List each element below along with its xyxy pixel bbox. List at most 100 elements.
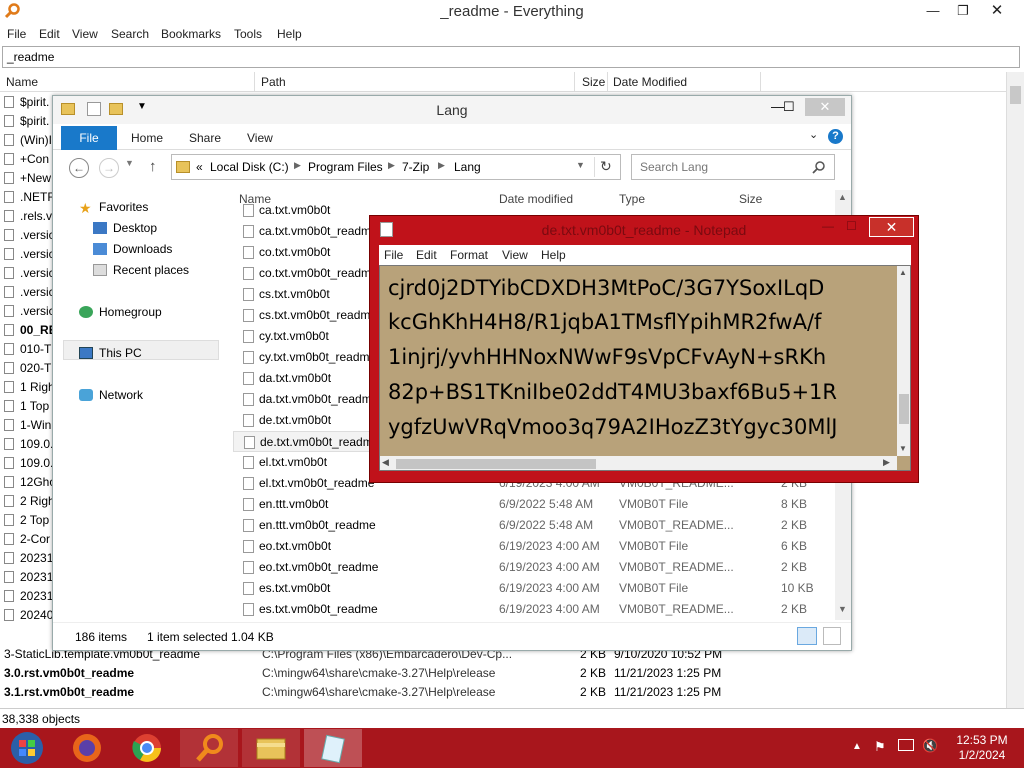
everything-titlebar[interactable]: _readme - Everything — ❐ ✕: [0, 0, 1024, 24]
list-item[interactable]: 12Gho: [4, 473, 56, 492]
vertical-scrollbar[interactable]: [1006, 72, 1024, 708]
tab-home[interactable]: Home: [131, 131, 163, 145]
up-button[interactable]: ↑: [149, 158, 157, 175]
list-item[interactable]: 1-Win: [4, 416, 51, 435]
taskbar-file-explorer[interactable]: [242, 729, 300, 767]
tab-share[interactable]: Share: [189, 131, 221, 145]
forward-button[interactable]: →: [99, 158, 119, 178]
breadcrumb-overflow[interactable]: «: [196, 160, 203, 174]
minimize-button[interactable]: —: [918, 0, 948, 22]
list-item[interactable]: 1 Righ: [4, 378, 55, 397]
action-center-flag-icon[interactable]: ⚑: [874, 739, 886, 755]
taskbar-chrome[interactable]: [118, 729, 176, 767]
menu-view[interactable]: View: [502, 248, 528, 262]
menu-file[interactable]: File: [7, 27, 26, 41]
list-item[interactable]: $pirit.: [4, 112, 49, 131]
column-size[interactable]: Size: [582, 75, 605, 89]
chevron-down-icon[interactable]: ⌄: [809, 128, 818, 141]
recent-dropdown-icon[interactable]: ▼: [125, 158, 134, 168]
details-view-icon[interactable]: [797, 627, 817, 645]
menu-tools[interactable]: Tools: [234, 27, 262, 41]
list-item[interactable]: 2 Top: [4, 511, 49, 530]
network-status-icon[interactable]: [898, 739, 914, 751]
list-item[interactable]: .versic: [4, 264, 55, 283]
scroll-down-icon[interactable]: ▼: [838, 604, 847, 614]
notepad-horizontal-scrollbar[interactable]: ◀ ▶: [380, 456, 897, 470]
column-date-modified[interactable]: Date Modified: [613, 75, 687, 89]
notepad-text-area[interactable]: cjrd0j2DTYibCDXDH3MtPoC/3G7YSoxILqD kcGh…: [379, 265, 911, 471]
list-item[interactable]: 00_RE: [4, 321, 57, 340]
notepad-titlebar[interactable]: de.txt.vm0b0t_readme - Notepad — ☐ ✕: [370, 216, 918, 244]
explorer-titlebar[interactable]: ▼ Lang — ☐ ✕: [53, 96, 851, 124]
scroll-left-icon[interactable]: ◀: [382, 457, 389, 468]
chevron-right-icon[interactable]: ▶: [294, 160, 301, 171]
file-row[interactable]: es.txt.vm0b0t_readme 6/19/2023 4:00 AM VM0…: [233, 599, 839, 620]
file-row[interactable]: eo.txt.vm0b0t 6/19/2023 4:00 AM VM0B0T Fil…: [233, 536, 839, 557]
nav-this-pc[interactable]: This PC: [79, 346, 142, 360]
list-item[interactable]: $pirit.: [4, 93, 49, 112]
volume-muted-icon[interactable]: 🔇: [922, 738, 938, 754]
address-bar[interactable]: « Local Disk (C:) ▶ Program Files ▶ 7-Zi…: [171, 154, 621, 180]
breadcrumb-local-disk[interactable]: Local Disk (C:): [210, 160, 289, 174]
breadcrumb-lang[interactable]: Lang: [454, 160, 481, 174]
tab-file[interactable]: File: [61, 126, 117, 150]
chevron-right-icon[interactable]: ▶: [438, 160, 445, 171]
file-row[interactable]: en.ttt.vm0b0t_readme 6/9/2022 5:48 AM VM0B…: [233, 515, 839, 536]
scroll-thumb[interactable]: [1010, 86, 1021, 104]
menu-format[interactable]: Format: [450, 248, 488, 262]
column-path[interactable]: Path: [261, 75, 286, 89]
list-item[interactable]: 010-T: [4, 340, 51, 359]
maximize-button[interactable]: ☐: [783, 99, 795, 115]
chevron-right-icon[interactable]: ▶: [388, 160, 395, 171]
file-row[interactable]: en.ttt.vm0b0t 6/9/2022 5:48 AM VM0B0T File…: [233, 494, 839, 515]
clock[interactable]: 12:53 PM 1/2/2024: [944, 733, 1020, 763]
list-item[interactable]: 109.0.: [4, 454, 53, 473]
close-button[interactable]: ✕: [982, 0, 1012, 22]
scroll-up-icon[interactable]: ▲: [899, 268, 907, 277]
file-row[interactable]: es.txt.vm0b0t 6/19/2023 4:00 AM VM0B0T Fil…: [233, 578, 839, 599]
list-item[interactable]: 20240: [4, 606, 53, 625]
taskbar-firefox[interactable]: [58, 729, 116, 767]
nav-recent-places[interactable]: Recent places: [93, 263, 189, 277]
breadcrumb-program-files[interactable]: Program Files: [308, 160, 383, 174]
menu-edit[interactable]: Edit: [416, 248, 437, 262]
close-button[interactable]: ✕: [805, 98, 845, 116]
scroll-up-icon[interactable]: ▲: [838, 192, 847, 202]
restore-button[interactable]: ❐: [948, 0, 978, 22]
list-item[interactable]: 20231: [4, 587, 53, 606]
help-icon[interactable]: ?: [828, 129, 843, 144]
scroll-thumb[interactable]: [396, 459, 596, 469]
nav-network[interactable]: Network: [79, 388, 143, 402]
scroll-right-icon[interactable]: ▶: [883, 457, 890, 468]
menu-file[interactable]: File: [384, 248, 403, 262]
nav-homegroup[interactable]: Homegroup: [79, 305, 162, 319]
table-row[interactable]: 3.1.rst.vm0b0t_readme C:\mingw64\share\c…: [0, 683, 1008, 702]
scroll-thumb[interactable]: [899, 394, 909, 424]
show-hidden-icons-icon[interactable]: ▲: [852, 741, 862, 752]
column-name[interactable]: Name: [6, 75, 38, 89]
menu-help[interactable]: Help: [541, 248, 566, 262]
menu-bookmarks[interactable]: Bookmarks: [161, 27, 221, 41]
search-icon[interactable]: [812, 160, 826, 174]
refresh-icon[interactable]: ↻: [600, 158, 612, 175]
tab-view[interactable]: View: [247, 131, 273, 145]
back-button[interactable]: ←: [69, 158, 89, 178]
list-item[interactable]: .versic: [4, 302, 55, 321]
list-item[interactable]: 1 Top: [4, 397, 49, 416]
list-item[interactable]: 2 Righ: [4, 492, 55, 511]
large-icons-view-icon[interactable]: [823, 627, 841, 645]
list-item[interactable]: 020-T: [4, 359, 51, 378]
list-item[interactable]: 20231: [4, 568, 53, 587]
menu-search[interactable]: Search: [111, 27, 149, 41]
start-button[interactable]: [0, 729, 54, 767]
search-input[interactable]: _readme: [2, 46, 1020, 68]
address-dropdown-icon[interactable]: ▼: [576, 160, 585, 170]
menu-help[interactable]: Help: [277, 27, 302, 41]
list-item[interactable]: 20231: [4, 549, 53, 568]
nav-downloads[interactable]: Downloads: [93, 242, 172, 256]
list-item[interactable]: 109.0.: [4, 435, 53, 454]
list-item[interactable]: .versic: [4, 226, 55, 245]
menu-view[interactable]: View: [72, 27, 98, 41]
breadcrumb-7zip[interactable]: 7-Zip: [402, 160, 429, 174]
nav-favorites[interactable]: ★ Favorites: [79, 200, 148, 215]
